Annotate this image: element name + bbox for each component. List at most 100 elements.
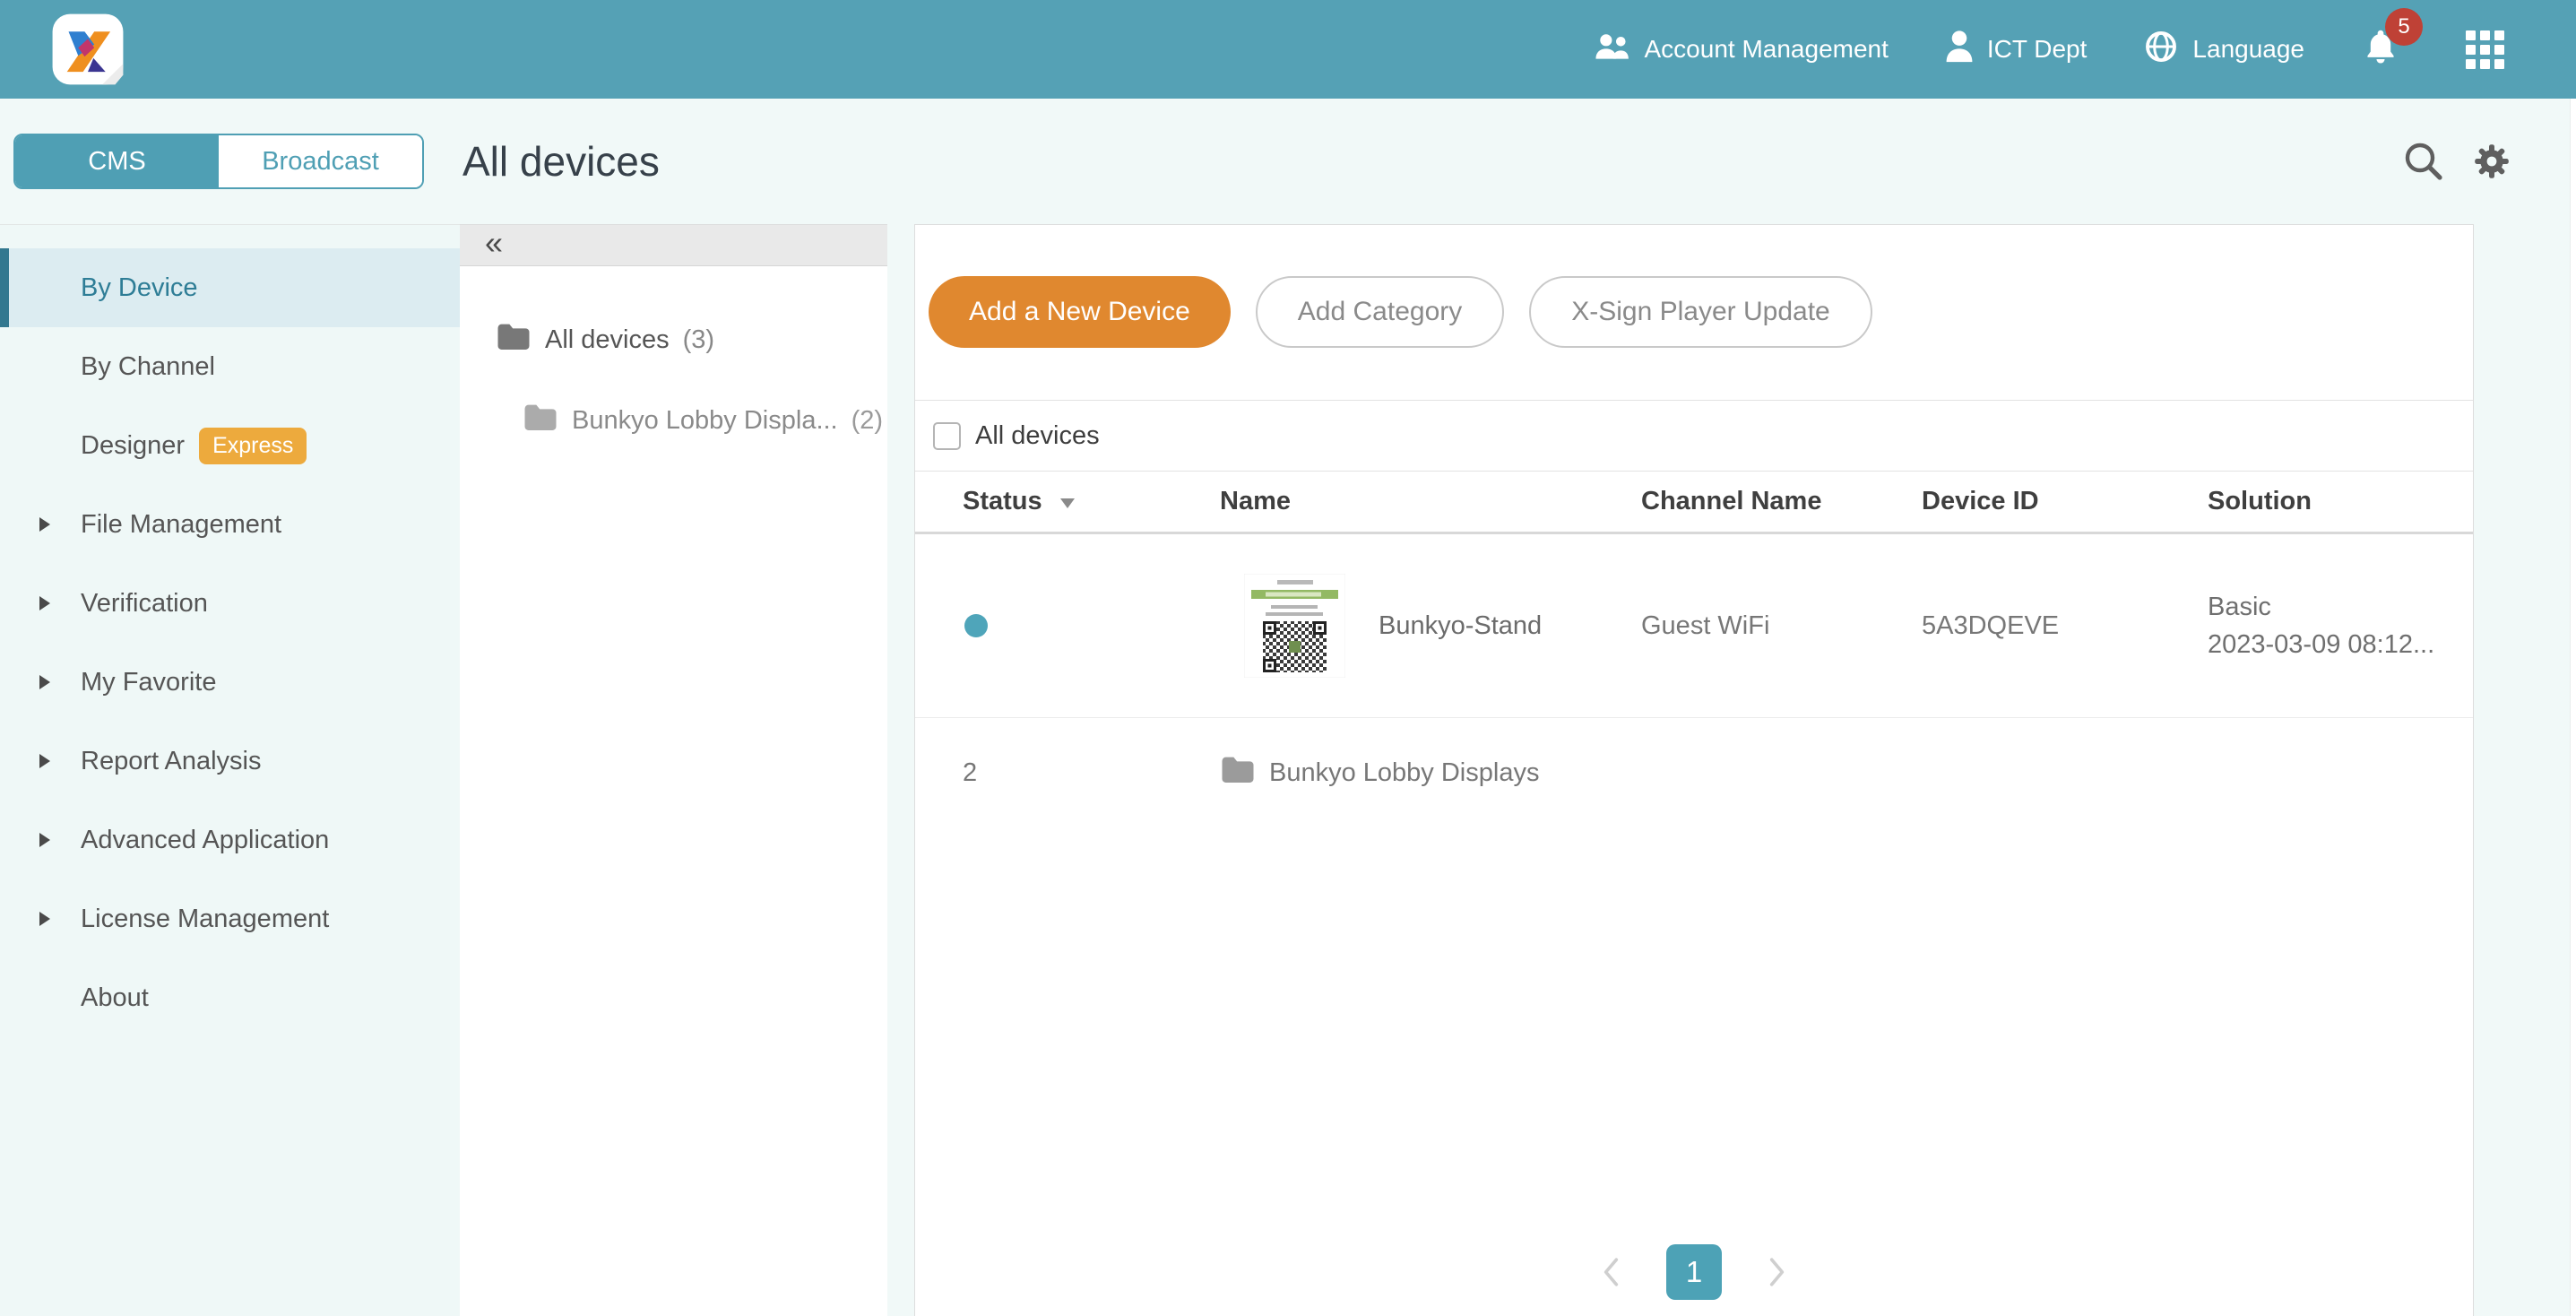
page-number-button[interactable]: 1	[1666, 1244, 1722, 1300]
header-actions	[2402, 140, 2513, 183]
sidebar-item-label: Report Analysis	[81, 747, 262, 776]
tree-item-label: All devices	[545, 325, 670, 355]
solution-cell: Basic 2023-03-09 08:12...	[2208, 588, 2473, 663]
previous-page-icon[interactable]	[1602, 1257, 1621, 1287]
folder-icon	[523, 403, 558, 438]
xsign-app: Account Management ICT Dept	[0, 0, 2576, 1316]
sidebar-item-designer[interactable]: Designer Express	[0, 406, 460, 485]
column-header-status[interactable]: Status	[963, 487, 1220, 516]
users-icon	[1595, 33, 1630, 66]
column-header-device-id[interactable]: Device ID	[1922, 487, 2208, 516]
sidebar-item-label: About	[81, 983, 149, 1013]
tree-item-count: (3)	[683, 325, 714, 355]
page-title: All devices	[462, 137, 660, 186]
sidebar-item-report-analysis[interactable]: Report Analysis	[0, 722, 460, 801]
sidebar-item-label: By Device	[81, 273, 198, 303]
content-area: By Device By Channel Designer Express Fi…	[0, 224, 2576, 1316]
account-management-button[interactable]: Account Management	[1595, 33, 1889, 66]
chevron-right-icon	[39, 833, 81, 847]
language-button[interactable]: Language	[2144, 30, 2304, 70]
solution-type: Basic	[2208, 588, 2473, 626]
search-icon[interactable]	[2402, 140, 2445, 183]
select-all-label: All devices	[975, 421, 1100, 451]
account-management-label: Account Management	[1645, 35, 1889, 64]
table-header-row: Status Name Channel Name Device ID Solut…	[915, 472, 2473, 532]
scrollbar-track[interactable]	[2570, 99, 2576, 1316]
device-id-cell: 5A3DQEVE	[1922, 611, 2208, 641]
sidebar-item-advanced-application[interactable]: Advanced Application	[0, 801, 460, 879]
collapse-panel-icon[interactable]: «	[485, 227, 503, 259]
tree-item-all-devices[interactable]: All devices (3)	[496, 322, 887, 358]
column-header-name[interactable]: Name	[1220, 487, 1641, 516]
chevron-right-icon	[39, 675, 81, 689]
mode-toggle: CMS Broadcast	[13, 134, 424, 189]
tree-item-bunkyo-lobby[interactable]: Bunkyo Lobby Displa... (2)	[523, 403, 887, 438]
column-header-solution[interactable]: Solution	[2208, 487, 2473, 516]
sidebar-item-label: By Channel	[81, 352, 215, 382]
device-thumbnail[interactable]	[1244, 574, 1345, 678]
page-header: CMS Broadcast All devices	[0, 99, 2576, 224]
name-cell: Bunkyo Lobby Displays	[1220, 755, 1641, 791]
user-name-label: ICT Dept	[1987, 35, 2088, 64]
category-tree-panel: « All devices (3) Bunkyo Lobby Displa...	[460, 224, 887, 1316]
apps-menu-button[interactable]	[2466, 30, 2504, 69]
sidebar-item-by-device[interactable]: By Device	[0, 248, 460, 327]
topbar-nav: Account Management ICT Dept	[1595, 28, 2505, 72]
next-page-icon[interactable]	[1767, 1257, 1786, 1287]
user-menu-button[interactable]: ICT Dept	[1946, 30, 2088, 69]
xsign-player-update-button[interactable]: X-Sign Player Update	[1529, 276, 1872, 348]
name-cell: Bunkyo-Stand	[1220, 574, 1641, 678]
chevron-right-icon	[39, 754, 81, 768]
select-all-row: All devices	[915, 401, 2473, 471]
chevron-right-icon	[39, 517, 81, 532]
sidebar-item-about[interactable]: About	[0, 958, 460, 1037]
sidebar-item-label: Designer	[81, 431, 185, 461]
sidebar-item-my-favorite[interactable]: My Favorite	[0, 643, 460, 722]
sidebar-item-license-management[interactable]: License Management	[0, 879, 460, 958]
sidebar-item-label: Advanced Application	[81, 826, 329, 855]
tab-broadcast[interactable]: Broadcast	[219, 135, 422, 187]
tree-item-label: Bunkyo Lobby Displa...	[572, 406, 838, 436]
sidebar-item-label: Verification	[81, 589, 208, 619]
status-cell	[963, 614, 1220, 637]
table-row-folder[interactable]: 2 Bunkyo Lobby Displays	[915, 718, 2473, 827]
express-badge: Express	[199, 428, 307, 464]
status-cell: 2	[963, 758, 1220, 788]
notification-count-badge: 5	[2385, 8, 2423, 46]
sidebar-item-verification[interactable]: Verification	[0, 564, 460, 643]
device-name: Bunkyo-Stand	[1379, 611, 1542, 641]
tree-header: «	[460, 225, 887, 266]
table-row-device[interactable]: Bunkyo-Stand Guest WiFi 5A3DQEVE Basic 2…	[915, 534, 2473, 717]
toolbar: Add a New Device Add Category X-Sign Pla…	[929, 276, 2473, 348]
notifications-button[interactable]: 5	[2362, 28, 2408, 72]
xsign-logo[interactable]	[49, 11, 126, 88]
column-header-channel[interactable]: Channel Name	[1641, 487, 1922, 516]
folder-name: Bunkyo Lobby Displays	[1269, 758, 1539, 788]
solution-updated: 2023-03-09 08:12...	[2208, 626, 2473, 663]
add-category-button[interactable]: Add Category	[1256, 276, 1504, 348]
panel-gap	[887, 224, 914, 1316]
pagination: 1	[1602, 1244, 1786, 1300]
sidebar-item-label: My Favorite	[81, 668, 216, 697]
device-list-card: Add a New Device Add Category X-Sign Pla…	[914, 224, 2474, 1316]
settings-gear-icon[interactable]	[2470, 140, 2513, 183]
add-new-device-button[interactable]: Add a New Device	[929, 276, 1231, 348]
online-status-dot	[964, 614, 988, 637]
select-all-checkbox[interactable]	[933, 422, 961, 450]
sort-desc-icon	[1060, 498, 1075, 508]
sidebar-item-file-management[interactable]: File Management	[0, 485, 460, 564]
column-header-label: Status	[963, 487, 1042, 516]
folder-icon	[496, 322, 532, 358]
globe-icon	[2144, 30, 2178, 70]
topbar: Account Management ICT Dept	[0, 0, 2576, 99]
tree-item-count: (2)	[851, 406, 883, 436]
sidebar: By Device By Channel Designer Express Fi…	[0, 224, 460, 1316]
tab-cms[interactable]: CMS	[15, 135, 219, 187]
channel-cell: Guest WiFi	[1641, 611, 1922, 641]
sidebar-item-by-channel[interactable]: By Channel	[0, 327, 460, 406]
sidebar-item-label: License Management	[81, 905, 329, 934]
user-icon	[1946, 30, 1973, 69]
chevron-right-icon	[39, 912, 81, 926]
chevron-right-icon	[39, 596, 81, 610]
sidebar-item-label: File Management	[81, 510, 281, 540]
